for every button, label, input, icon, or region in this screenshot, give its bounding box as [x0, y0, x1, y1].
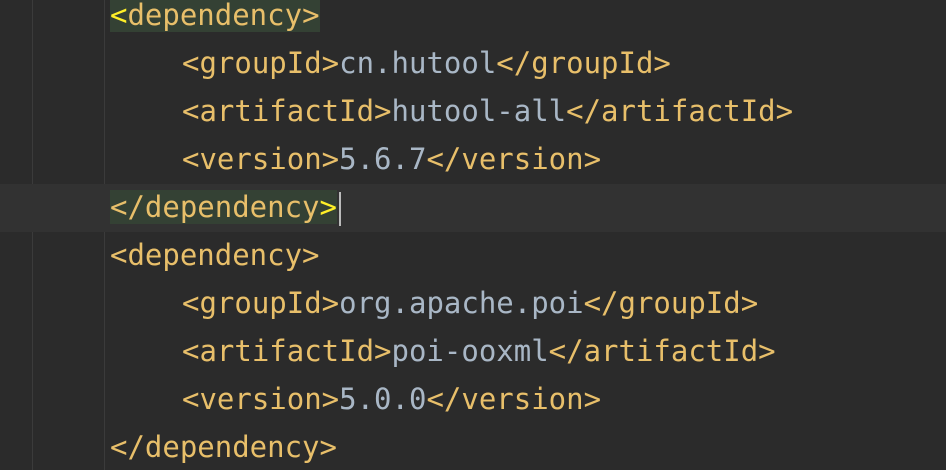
code-editor[interactable]: <dependency> <groupId>cn.hutool</groupId…	[0, 0, 946, 470]
tag-value: 5.0.0	[339, 382, 427, 416]
tag-value: cn.hutool	[339, 46, 497, 80]
line-content: <artifactId>poi-ooxml</artifactId>	[182, 328, 776, 376]
open-bracket: </	[110, 190, 145, 224]
open-tag: <artifactId>	[182, 94, 392, 128]
line-content: <version>5.0.0</version>	[182, 376, 601, 424]
code-line[interactable]: <version>5.0.0</version>	[0, 376, 946, 424]
close-tag: </artifactId>	[566, 94, 794, 128]
open-tag: <version>	[182, 142, 340, 176]
line-content: <groupId>org.apache.poi</groupId>	[182, 280, 758, 328]
line-content: <dependency>	[110, 238, 320, 272]
close-bracket: >	[302, 0, 320, 32]
current-line[interactable]: </dependency>	[0, 184, 946, 232]
tag-value: hutool-all	[391, 94, 567, 128]
tag-name: dependency	[144, 190, 320, 224]
close-bracket: >	[319, 190, 337, 224]
line-content: </dependency>	[110, 430, 337, 464]
tag-name: dependency	[127, 0, 303, 32]
code-line[interactable]: <groupId>cn.hutool</groupId>	[0, 40, 946, 88]
close-tag: </artifactId>	[548, 334, 776, 368]
line-content: <dependency>	[110, 0, 320, 40]
code-line[interactable]: <dependency>	[0, 0, 946, 40]
line-content: </dependency>	[110, 184, 341, 232]
open-tag: <artifactId>	[182, 334, 392, 368]
open-bracket: <	[110, 0, 128, 32]
tag-value: poi-ooxml	[391, 334, 549, 368]
close-tag: </version>	[426, 142, 602, 176]
open-tag: <version>	[182, 382, 340, 416]
code-line[interactable]: <version>5.6.7</version>	[0, 136, 946, 184]
open-tag: <groupId>	[182, 46, 340, 80]
code-line[interactable]: <dependency>	[0, 232, 946, 280]
tag-value: 5.6.7	[339, 142, 427, 176]
text-caret	[339, 192, 341, 226]
code-line[interactable]: </dependency>	[0, 424, 946, 470]
tag-value: org.apache.poi	[339, 286, 584, 320]
line-content: <groupId>cn.hutool</groupId>	[182, 40, 671, 88]
line-content: <version>5.6.7</version>	[182, 136, 601, 184]
close-tag: </groupId>	[496, 46, 671, 80]
code-line[interactable]: <groupId>org.apache.poi</groupId>	[0, 280, 946, 328]
code-line[interactable]: <artifactId>poi-ooxml</artifactId>	[0, 328, 946, 376]
open-tag: <groupId>	[182, 286, 340, 320]
line-content: <artifactId>hutool-all</artifactId>	[182, 88, 793, 136]
code-line[interactable]: <artifactId>hutool-all</artifactId>	[0, 88, 946, 136]
close-tag: </groupId>	[583, 286, 759, 320]
close-tag: </version>	[426, 382, 602, 416]
